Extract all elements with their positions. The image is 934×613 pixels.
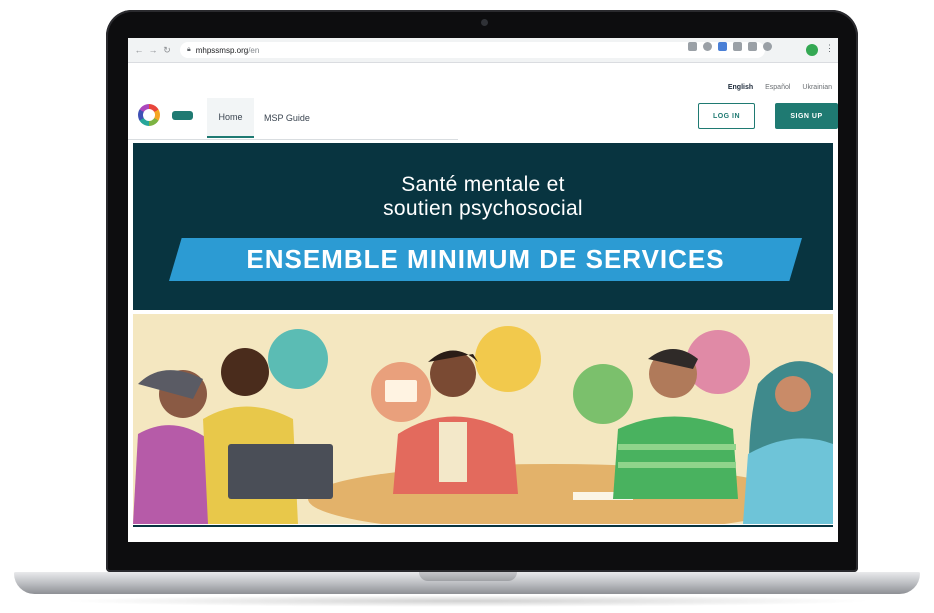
site-logo[interactable] <box>138 104 160 126</box>
hero-title-line-1: Santé mentale et <box>401 173 565 196</box>
beta-badge-icon <box>172 111 193 120</box>
hero-ribbon: ENSEMBLE MINIMUM DE SERVICES <box>169 238 802 281</box>
laptop-shadow <box>60 595 874 607</box>
language-ukrainian[interactable]: Ukrainian <box>802 84 832 91</box>
back-arrow-icon[interactable]: ← <box>132 45 146 55</box>
hero-ribbon-text: ENSEMBLE MINIMUM DE SERVICES <box>246 244 725 274</box>
language-switcher: English Español Ukrainian <box>728 84 832 91</box>
laptop-opening-notch <box>419 572 517 581</box>
header-divider <box>128 139 458 140</box>
star-icon[interactable] <box>703 42 712 51</box>
hero-title-line-2: soutien psychosocial <box>383 197 583 220</box>
extension-icon[interactable] <box>733 42 742 51</box>
forward-arrow-icon[interactable]: → <box>146 45 160 55</box>
reload-icon[interactable]: ↻ <box>160 45 174 56</box>
lock-icon: 🔒︎ <box>187 46 191 53</box>
profile-avatar-icon[interactable] <box>806 44 818 56</box>
laptop-screen: ← → ↻ 🔒︎ mhpssmsp.org/en ⋮ English Españ… <box>128 38 838 542</box>
extension-icons <box>688 42 772 51</box>
sidebar-icon[interactable] <box>763 42 772 51</box>
language-english[interactable]: English <box>728 84 753 91</box>
login-button[interactable]: LOG IN <box>698 103 755 129</box>
nav-home[interactable]: Home <box>207 98 254 138</box>
handshake-icon <box>573 364 633 424</box>
webcam-icon <box>481 19 488 26</box>
nav-msp-guide[interactable]: MSP Guide <box>264 98 310 138</box>
helping-hands-icon <box>475 326 541 392</box>
translate-icon[interactable] <box>688 42 697 51</box>
extension-icon[interactable] <box>748 42 757 51</box>
address-bar[interactable]: 🔒︎ mhpssmsp.org/en <box>180 42 765 58</box>
group-meeting-illustration <box>133 326 833 534</box>
hero-illustration <box>133 314 833 534</box>
url-path: /en <box>248 45 260 55</box>
hero-banner: Santé mentale et soutien psychosocial EN… <box>133 143 833 310</box>
url-host: mhpssmsp.org <box>195 45 249 55</box>
hero-title: Santé mentale et soutien psychosocial <box>133 173 833 221</box>
hero-bottom-divider <box>133 525 833 527</box>
more-menu-icon[interactable]: ⋮ <box>825 43 834 54</box>
signup-button[interactable]: SIGN UP <box>775 103 838 129</box>
extension-icon[interactable] <box>718 42 727 51</box>
site-header: Home MSP Guide LOG IN SIGN UP <box>128 98 838 140</box>
language-espanol[interactable]: Español <box>765 84 790 91</box>
doctor-icon <box>268 329 328 389</box>
browser-toolbar: ← → ↻ 🔒︎ mhpssmsp.org/en ⋮ <box>128 38 838 63</box>
